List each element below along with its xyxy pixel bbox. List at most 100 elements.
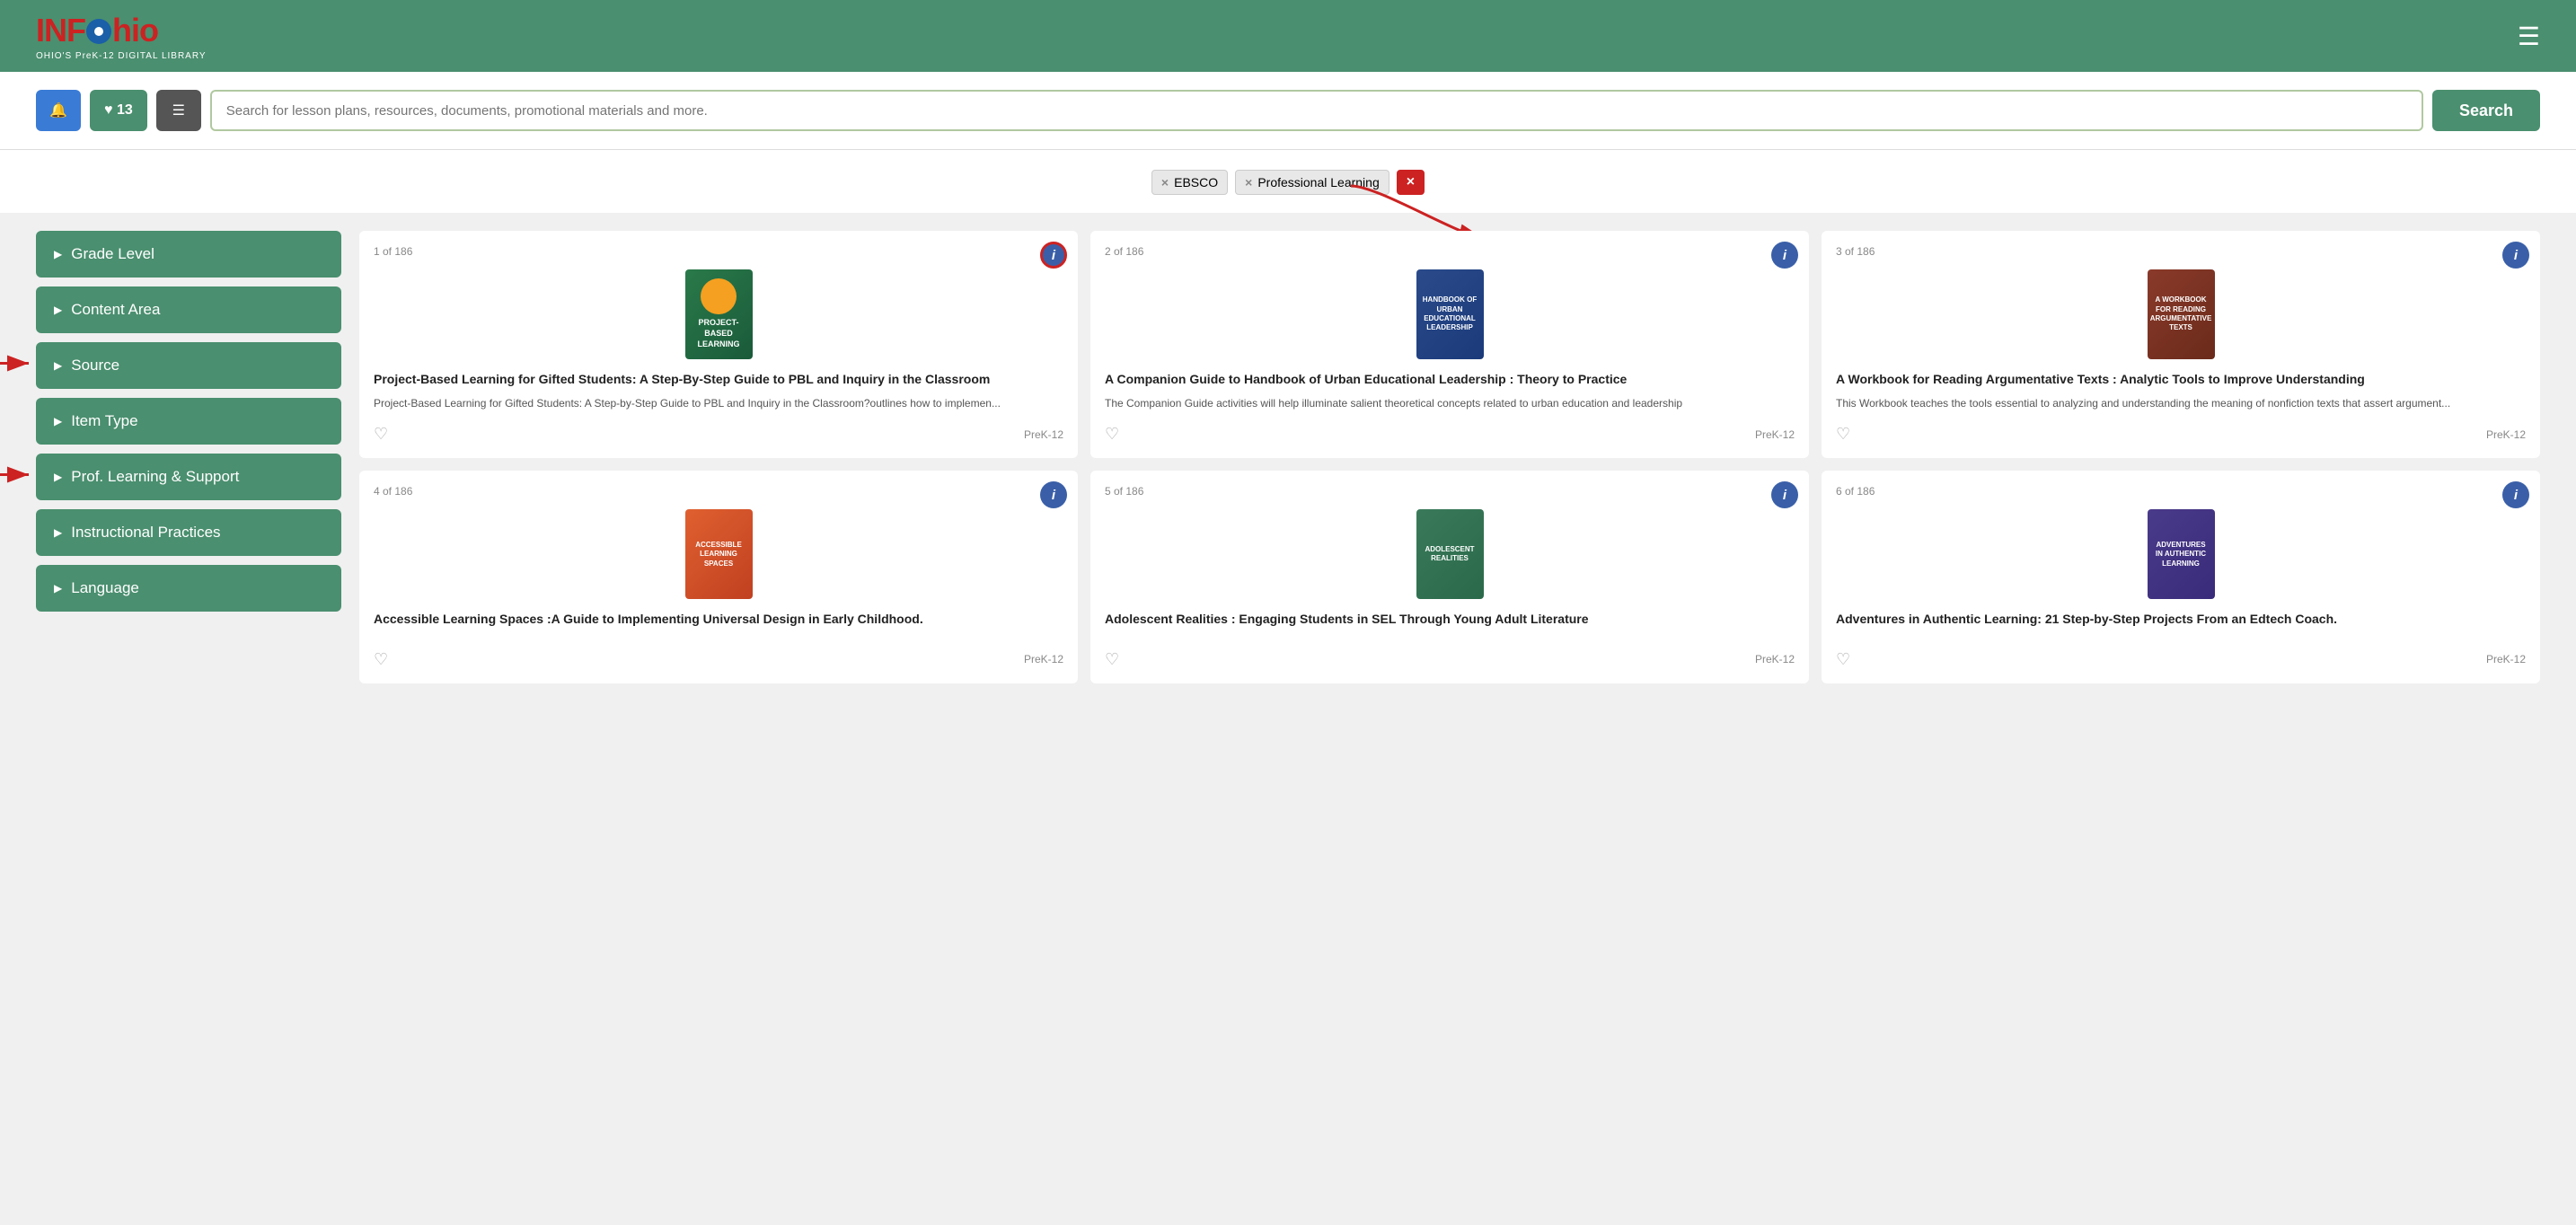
filter-tag-label-pl: Professional Learning: [1257, 175, 1379, 189]
card-count-2: 2 of 186: [1105, 245, 1795, 258]
hamburger-menu-button[interactable]: ☰: [2518, 22, 2540, 51]
filter-area: × EBSCO × Professional Learning ×: [0, 150, 2576, 213]
info-button-3[interactable]: i: [2502, 242, 2529, 269]
favorite-button-3[interactable]: ♡: [1836, 425, 1850, 444]
filter-tag-professional-learning[interactable]: × Professional Learning: [1235, 170, 1389, 195]
card-title-6: Adventures in Authentic Learning: 21 Ste…: [1836, 611, 2526, 629]
info-button-2[interactable]: i: [1771, 242, 1798, 269]
search-toolbar: 🔔 ♥ 13 ☰ Search: [0, 72, 2576, 150]
search-button[interactable]: Search: [2432, 90, 2540, 131]
search-input[interactable]: [210, 90, 2423, 131]
filter-tag-label-ebsco: EBSCO: [1174, 175, 1218, 189]
card-title-3: A Workbook for Reading Argumentative Tex…: [1836, 371, 2526, 389]
grade-badge-4: PreK-12: [1024, 653, 1063, 665]
result-card-6: 6 of 186 i ADVENTURES IN AUTHENTIC LEARN…: [1822, 471, 2540, 683]
favorite-button-4[interactable]: ♡: [374, 650, 388, 669]
card-footer-3: ♡ PreK-12: [1836, 418, 2526, 444]
sidebar-item-source[interactable]: ▶ Source: [36, 342, 341, 389]
book-image-1: PROJECT-BASED LEARNING: [685, 269, 753, 359]
results-grid: 1 of 186 i PROJECT-BASED LEARNING Projec…: [359, 231, 2540, 683]
card-desc-2: The Companion Guide activities will help…: [1105, 396, 1795, 411]
result-card-4: 4 of 186 i ACCESSIBLE LEARNING SPACES Ac…: [359, 471, 1078, 683]
favorite-button-5[interactable]: ♡: [1105, 650, 1119, 669]
card-count-4: 4 of 186: [374, 485, 1063, 498]
card-footer-4: ♡ PreK-12: [374, 643, 1063, 669]
card-footer-5: ♡ PreK-12: [1105, 643, 1795, 669]
sidebar-prof-learning-wrapper: ▶ Prof. Learning & Support: [36, 454, 341, 500]
sidebar-item-content-area[interactable]: ▶ Content Area: [36, 286, 341, 333]
result-card-2: 2 of 186 i HANDBOOK OF URBAN EDUCATIONAL…: [1090, 231, 1809, 458]
filter-tags-container: × EBSCO × Professional Learning ×: [0, 159, 2576, 195]
book-cover-5: ADOLESCENT REALITIES: [1105, 505, 1795, 604]
favorite-button-1[interactable]: ♡: [374, 425, 388, 444]
favorite-button-2[interactable]: ♡: [1105, 425, 1119, 444]
result-card-5: 5 of 186 i ADOLESCENT REALITIES Adolesce…: [1090, 471, 1809, 683]
book-image-6: ADVENTURES IN AUTHENTIC LEARNING: [2148, 509, 2215, 599]
chevron-right-icon: ▶: [54, 359, 62, 372]
card-count-1: 1 of 186: [374, 245, 1063, 258]
book-image-3: A WORKBOOK FOR READING ARGUMENTATIVE TEX…: [2148, 269, 2215, 359]
grade-badge-3: PreK-12: [2486, 428, 2526, 441]
site-header: INFhio OHIO'S PreK-12 DIGITAL LIBRARY ☰: [0, 0, 2576, 72]
filter-tag-ebsco[interactable]: × EBSCO: [1151, 170, 1228, 195]
grade-badge-5: PreK-12: [1755, 653, 1795, 665]
book-cover-1: PROJECT-BASED LEARNING: [374, 265, 1063, 364]
card-footer-1: ♡ PreK-12: [374, 418, 1063, 444]
card-title-2: A Companion Guide to Handbook of Urban E…: [1105, 371, 1795, 389]
book-image-4: ACCESSIBLE LEARNING SPACES: [685, 509, 753, 599]
grade-badge-1: PreK-12: [1024, 428, 1063, 441]
chevron-right-icon: ▶: [54, 471, 62, 483]
chevron-right-icon: ▶: [54, 304, 62, 316]
list-view-button[interactable]: ☰: [156, 90, 201, 131]
source-arrow-annotation: [0, 350, 36, 382]
card-count-6: 6 of 186: [1836, 485, 2526, 498]
sidebar-item-label-item-type: Item Type: [71, 412, 137, 430]
card-title-1: Project-Based Learning for Gifted Studen…: [374, 371, 1063, 389]
card-title-5: Adolescent Realities : Engaging Students…: [1105, 611, 1795, 629]
card-desc-3: This Workbook teaches the tools essentia…: [1836, 396, 2526, 411]
book-image-5: ADOLESCENT REALITIES: [1416, 509, 1484, 599]
favorites-button[interactable]: ♥ 13: [90, 90, 147, 131]
filter-tag-x-pl: ×: [1245, 175, 1252, 189]
chevron-right-icon: ▶: [54, 526, 62, 539]
book-cover-6: ADVENTURES IN AUTHENTIC LEARNING: [1836, 505, 2526, 604]
grade-badge-2: PreK-12: [1755, 428, 1795, 441]
main-layout: ▶ Grade Level ▶ Content Area ▶: [0, 213, 2576, 701]
result-card-1: 1 of 186 i PROJECT-BASED LEARNING Projec…: [359, 231, 1078, 458]
sidebar-item-language[interactable]: ▶ Language: [36, 565, 341, 612]
book-cover-2: HANDBOOK OF URBAN EDUCATIONAL LEADERSHIP: [1105, 265, 1795, 364]
sidebar-item-prof-learning[interactable]: ▶ Prof. Learning & Support: [36, 454, 341, 500]
logo-text: INFhio: [36, 12, 207, 49]
info-button-1[interactable]: i: [1040, 242, 1067, 269]
card-title-4: Accessible Learning Spaces :A Guide to I…: [374, 611, 1063, 629]
book-cover-3: A WORKBOOK FOR READING ARGUMENTATIVE TEX…: [1836, 265, 2526, 364]
card-count-3: 3 of 186: [1836, 245, 2526, 258]
sidebar-item-instructional-practices[interactable]: ▶ Instructional Practices: [36, 509, 341, 556]
logo-subtitle: OHIO'S PreK-12 DIGITAL LIBRARY: [36, 51, 207, 61]
sidebar: ▶ Grade Level ▶ Content Area ▶: [36, 231, 341, 683]
sidebar-item-item-type[interactable]: ▶ Item Type: [36, 398, 341, 445]
filter-tag-x-ebsco: ×: [1161, 175, 1169, 189]
result-card-3: 3 of 186 i A WORKBOOK FOR READING ARGUME…: [1822, 231, 2540, 458]
card-count-5: 5 of 186: [1105, 485, 1795, 498]
card-footer-6: ♡ PreK-12: [1836, 643, 2526, 669]
card-footer-2: ♡ PreK-12: [1105, 418, 1795, 444]
filter-clear-all-button[interactable]: ×: [1397, 170, 1425, 195]
favorite-button-6[interactable]: ♡: [1836, 650, 1850, 669]
filter-clear-all-icon: ×: [1407, 174, 1415, 190]
sidebar-item-label-prof-learning: Prof. Learning & Support: [71, 468, 239, 486]
book-image-2: HANDBOOK OF URBAN EDUCATIONAL LEADERSHIP: [1416, 269, 1484, 359]
card-desc-1: Project-Based Learning for Gifted Studen…: [374, 396, 1063, 411]
sidebar-source-wrapper: ▶ Source: [36, 342, 341, 389]
book-cover-4: ACCESSIBLE LEARNING SPACES: [374, 505, 1063, 604]
chevron-right-icon: ▶: [54, 415, 62, 427]
sidebar-item-label-source: Source: [71, 357, 119, 375]
sidebar-item-grade-level[interactable]: ▶ Grade Level: [36, 231, 341, 278]
notifications-button[interactable]: 🔔: [36, 90, 81, 131]
chevron-right-icon: ▶: [54, 582, 62, 595]
sidebar-item-label-language: Language: [71, 579, 139, 597]
grade-badge-6: PreK-12: [2486, 653, 2526, 665]
sidebar-item-label-instructional-practices: Instructional Practices: [71, 524, 220, 542]
sidebar-item-label-grade-level: Grade Level: [71, 245, 154, 263]
logo-circle-icon: [86, 19, 111, 44]
